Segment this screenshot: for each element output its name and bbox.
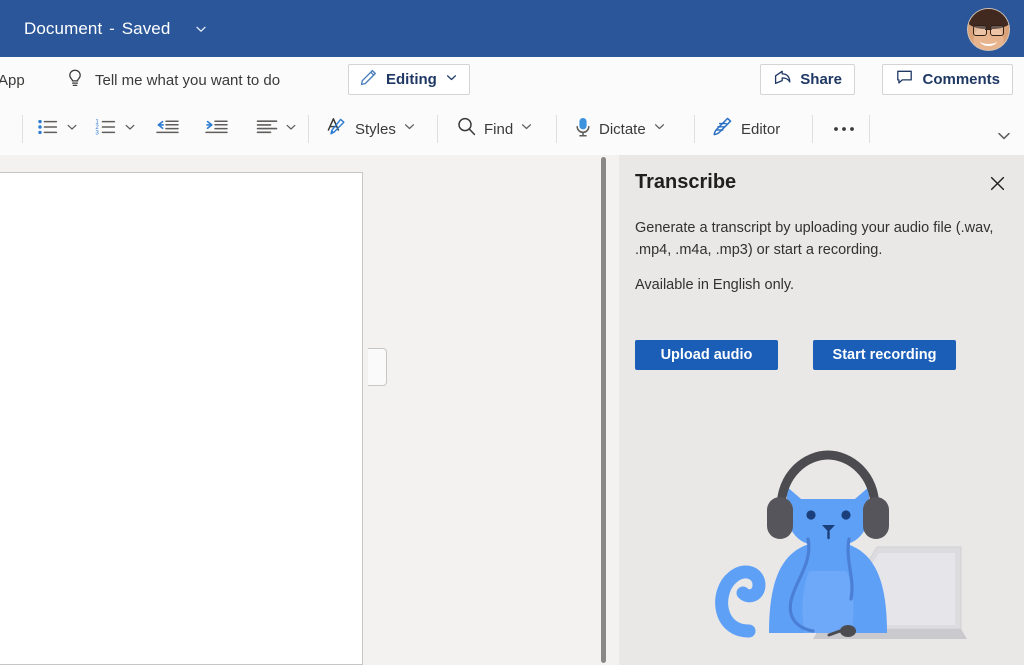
document-work-area[interactable]	[0, 155, 619, 665]
ribbon-toolbar: 1 2 3 Styles Find Dictate Editor	[0, 103, 1024, 156]
panel-title: Transcribe	[635, 171, 737, 193]
editing-label: Editing	[386, 71, 437, 88]
ribbon-divider	[556, 115, 557, 143]
ribbon-item-find[interactable]: Find	[450, 111, 539, 147]
open-in-app-label[interactable]: App	[0, 72, 25, 89]
ribbon-item-decrease-indent[interactable]	[150, 111, 185, 147]
ribbon-item-editor[interactable]: Editor	[706, 111, 786, 147]
save-state-label: Saved	[121, 18, 171, 38]
avatar-smile	[980, 36, 997, 46]
ribbon-item-increase-indent[interactable]	[199, 111, 234, 147]
styles-label: Styles	[355, 120, 396, 138]
chevron-down-icon	[285, 120, 297, 138]
transcribe-panel-header: Transcribe	[635, 171, 1012, 197]
ribbon-item-more-options[interactable]	[826, 111, 862, 147]
panel-description: Generate a transcript by uploading your …	[635, 220, 994, 258]
ribbon-divider	[22, 115, 23, 143]
title-bar: Document - Saved	[0, 0, 1024, 57]
decrease-indent-icon	[156, 117, 179, 142]
search-icon	[456, 116, 477, 142]
microphone-icon	[574, 116, 592, 143]
vertical-scrollbar-thumb[interactable]	[601, 157, 606, 663]
ribbon-divider	[437, 115, 438, 143]
chevron-down-icon	[445, 71, 458, 89]
avatar[interactable]	[967, 8, 1010, 51]
document-page[interactable]	[0, 172, 363, 665]
increase-indent-icon	[205, 117, 228, 142]
word-online-window: Document - Saved App Tell me what you wa…	[0, 0, 1024, 665]
ribbon-divider	[812, 115, 813, 143]
ellipsis-icon	[832, 120, 856, 138]
command-bar: App Tell me what you want to do Editing	[0, 57, 1024, 104]
ribbon-divider	[308, 115, 309, 143]
chevron-down-icon	[124, 120, 136, 138]
document-title[interactable]: Document - Saved	[24, 19, 170, 39]
ribbon-item-styles[interactable]: Styles	[320, 111, 422, 147]
close-icon[interactable]	[982, 169, 1012, 197]
tell-me-label: Tell me what you want to do	[95, 71, 281, 89]
share-button[interactable]: Share	[760, 64, 855, 95]
title-separator: -	[109, 18, 115, 38]
panel-actions: Upload audio Start recording	[635, 340, 956, 370]
chevron-down-icon	[66, 120, 78, 138]
comments-label: Comments	[922, 71, 1000, 88]
tell-me-search[interactable]: Tell me what you want to do	[66, 68, 280, 93]
ribbon-item-align[interactable]	[250, 111, 303, 147]
upload-audio-button[interactable]: Upload audio	[635, 340, 778, 370]
editor-label: Editor	[741, 120, 781, 138]
chevron-down-icon[interactable]	[190, 18, 212, 40]
comments-button[interactable]: Comments	[882, 64, 1013, 95]
chevron-down-icon	[653, 120, 666, 138]
ribbon-divider	[694, 115, 695, 143]
numbered-list-icon: 1 2 3	[95, 117, 117, 142]
ribbon-item-bullet-list[interactable]	[31, 111, 84, 147]
share-icon	[773, 68, 792, 91]
svg-text:3: 3	[95, 129, 99, 136]
ribbon-item-dictate[interactable]: Dictate	[568, 111, 672, 147]
avatar-glasses	[973, 25, 1004, 36]
panel-language-note: Available in English only.	[635, 277, 795, 293]
comment-anchor-handle[interactable]	[368, 348, 387, 386]
chevron-down-icon	[520, 120, 533, 138]
lightbulb-icon	[66, 68, 84, 93]
styles-icon	[326, 116, 348, 142]
comment-bubble-icon	[895, 68, 914, 91]
align-left-icon	[256, 117, 278, 142]
chevron-down-icon	[403, 120, 416, 138]
document-name: Document	[24, 18, 103, 38]
share-label: Share	[800, 71, 842, 88]
pencil-icon	[359, 68, 378, 92]
ribbon-collapse-chevron-down-icon[interactable]	[996, 129, 1012, 147]
ribbon-item-numbered-list[interactable]: 1 2 3	[89, 111, 142, 147]
editor-pen-icon	[712, 116, 734, 142]
ribbon-divider	[869, 115, 870, 143]
editing-mode-button[interactable]: Editing	[348, 64, 470, 95]
start-recording-button[interactable]: Start recording	[813, 340, 956, 370]
find-label: Find	[484, 120, 514, 138]
bullet-list-icon	[37, 117, 59, 142]
cat-with-headphones-and-laptop-illustration	[709, 443, 1009, 648]
transcribe-panel: Transcribe Generate a transcript by uplo…	[619, 155, 1024, 665]
dictate-label: Dictate	[599, 120, 646, 138]
